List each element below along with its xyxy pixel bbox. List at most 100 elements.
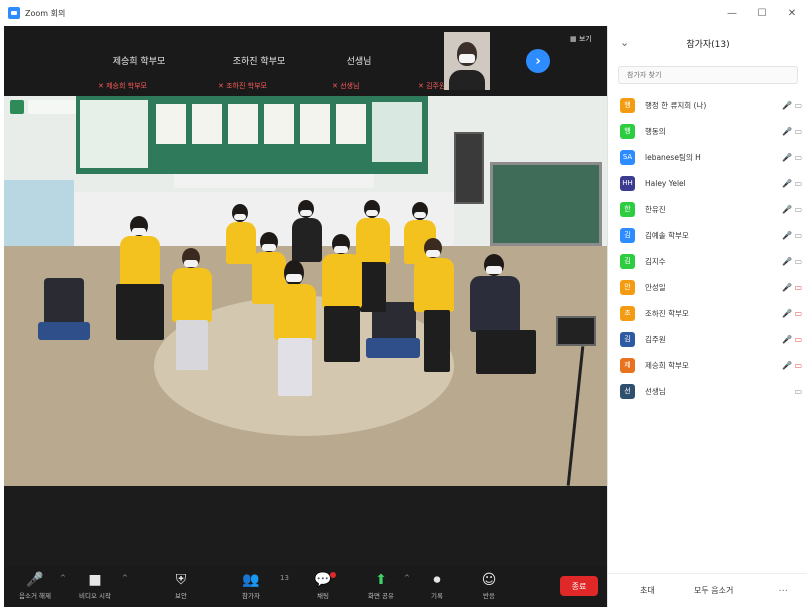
avatar: 김 [620,253,635,269]
participant-row[interactable]: SA lebanese팀의 H 🎤 ▭ [608,144,807,170]
avatar: 제 [620,357,635,373]
mic-video-status-icon: 🎤 ▭ [781,204,802,214]
reactions-button[interactable]: ☺ 반응 [462,570,516,600]
participants-panel: ⌄ 참가자(13) 행 행정 한 류지희 (나) 🎤 ▭ 행 행동의 🎤 ▭ S… [607,26,807,607]
next-page-arrow-icon[interactable]: › [526,49,550,73]
security-button[interactable]: ⛨ 보안 [154,570,208,600]
participant-row[interactable]: HH Haley Yelel 🎤 ▭ [608,170,807,196]
close-button[interactable]: ✕ [777,0,807,26]
unmute-label: 음소거 해제 [19,592,51,600]
avatar: 행 [620,97,635,113]
participant-row[interactable]: 김 김예솔 학부모 🎤 ▭ [608,222,807,248]
title-bar: Zoom 회의 — ☐ ✕ [0,0,807,26]
thumbnail-muted-label: 조하진 학부모 [218,81,267,91]
video-options-caret-icon[interactable]: ^ [122,574,128,582]
record-button[interactable]: ⏺ 기록 [410,570,464,600]
participant-search-input[interactable] [618,66,798,84]
thumbnail-muted-label: 선생님 [332,81,359,91]
participant-row[interactable]: 행 행동의 🎤 ▭ [608,118,807,144]
mic-video-status-icon: 🎤 ▭ [781,100,802,110]
host-mask [459,54,475,63]
participant-row[interactable]: 선 선생님 ▭ [608,378,807,404]
main-video-feed[interactable] [4,96,607,486]
mic-muted-icon: 🎤 ▭ [781,308,802,318]
thumbnail-name: 선생님 [346,57,372,67]
host-video-thumbnail[interactable] [444,32,490,90]
chat-notification-dot [330,572,336,578]
mic-video-status-icon: 🎤 ▭ [781,178,802,188]
start-video-label: 비디오 시작 [79,592,111,600]
participant-name: 한유진 [645,204,666,214]
end-meeting-button[interactable]: 종료 [560,576,598,596]
mute-all-button[interactable]: 모두 음소거 [694,585,733,596]
thumbnail-muted-label: 제승희 학부모 [98,81,147,91]
avatar: 행 [620,123,635,139]
participant-name: 김주원 [645,334,666,344]
window-title: Zoom 회의 [25,8,66,18]
participant-name: 행정 한 류지희 (나) [645,100,707,110]
maximize-button[interactable]: ☐ [747,0,777,26]
participants-button[interactable]: 👥 참가자 [224,570,278,600]
avatar: 김 [620,227,635,243]
participant-name: 김예솔 학부모 [645,230,689,240]
participant-name: 행동의 [645,126,666,136]
share-screen-icon: ⬆ [375,572,387,588]
participant-thumbnail[interactable]: 선생님 선생님 [314,26,404,96]
speaker-name-label [28,100,76,114]
panel-footer: 초대 모두 음소거 ... [608,573,807,607]
chat-icon: 💬 [314,572,332,588]
participant-row[interactable]: 한 한유진 🎤 ▭ [608,196,807,222]
mic-muted-icon: 🎤 ▭ [781,334,802,344]
more-options-icon[interactable]: ... [778,583,788,594]
share-screen-button[interactable]: ⬆ 화면 공유 [354,570,408,600]
participant-name: 제승희 학부모 [645,360,689,370]
participant-row[interactable]: 김 김지수 🎤 ▭ [608,248,807,274]
participants-icon: 👥 [242,572,260,588]
share-screen-label: 화면 공유 [368,592,394,600]
participant-name: 김지수 [645,256,666,266]
reactions-icon: ☺ [481,572,497,588]
meeting-area: 제승희 학부모 제승희 학부모 조하진 학부모 조하진 학부모 선생님 선생님 … [4,26,607,607]
avatar: 조 [620,305,635,321]
microphone-muted-icon: 🎤 [26,572,44,588]
mic-video-status-icon: 🎤 ▭ [781,230,802,240]
chat-button[interactable]: 💬 채팅 [296,570,350,600]
chalkboard [490,162,602,246]
wall-picture [454,132,484,204]
participant-name: 조하진 학부모 [645,308,689,318]
participant-list: 행 행정 한 류지희 (나) 🎤 ▭ 행 행동의 🎤 ▭ SA lebanese… [608,92,807,404]
mic-muted-icon: 🎤 ▭ [781,360,802,370]
pin-icon[interactable] [10,100,24,114]
display-stand [556,316,596,346]
participant-row[interactable]: 행 행정 한 류지희 (나) 🎤 ▭ [608,92,807,118]
participant-row[interactable]: 제 제승희 학부모 🎤 ▭ [608,352,807,378]
participant-thumbnail[interactable]: 조하진 학부모 조하진 학부모 [204,26,314,96]
minimize-button[interactable]: — [717,0,747,26]
invite-button[interactable]: 초대 [640,585,655,596]
bulletin-board [76,96,428,174]
host-body [449,70,485,90]
chair [44,278,84,328]
participant-name: Haley Yelel [645,178,686,188]
panel-title: 참가자(13) [686,40,730,50]
panel-header: ⌄ 참가자(13) [608,26,807,60]
participant-row[interactable]: 김 김주원 🎤 ▭ [608,326,807,352]
start-video-button[interactable]: ■ 비디오 시작 [68,570,122,600]
share-options-caret-icon[interactable]: ^ [404,574,410,582]
video-off-icon: ■ [88,572,102,588]
participant-row[interactable]: 안 안성일 🎤 ▭ [608,274,807,300]
participant-name: lebanese팀의 H [645,152,701,162]
chat-label: 채팅 [317,592,329,600]
audio-options-caret-icon[interactable]: ^ [60,574,66,582]
thumbnail-name: 제승희 학부모 [112,57,166,67]
view-button[interactable]: ▦ 보기 [570,34,592,44]
thumbnail-name: 조하진 학부모 [232,57,286,67]
participant-thumbnail[interactable]: 제승희 학부모 제승희 학부모 [84,26,194,96]
avatar: 선 [620,383,635,399]
avatar: SA [620,149,635,165]
participant-row[interactable]: 조 조하진 학부모 🎤 ▭ [608,300,807,326]
record-icon: ⏺ [433,572,441,588]
participants-label: 참가자 [242,592,260,600]
thumbnail-strip: 제승희 학부모 제승희 학부모 조하진 학부모 조하진 학부모 선생님 선생님 … [4,26,607,96]
unmute-button[interactable]: 🎤 음소거 해제 [8,570,62,600]
